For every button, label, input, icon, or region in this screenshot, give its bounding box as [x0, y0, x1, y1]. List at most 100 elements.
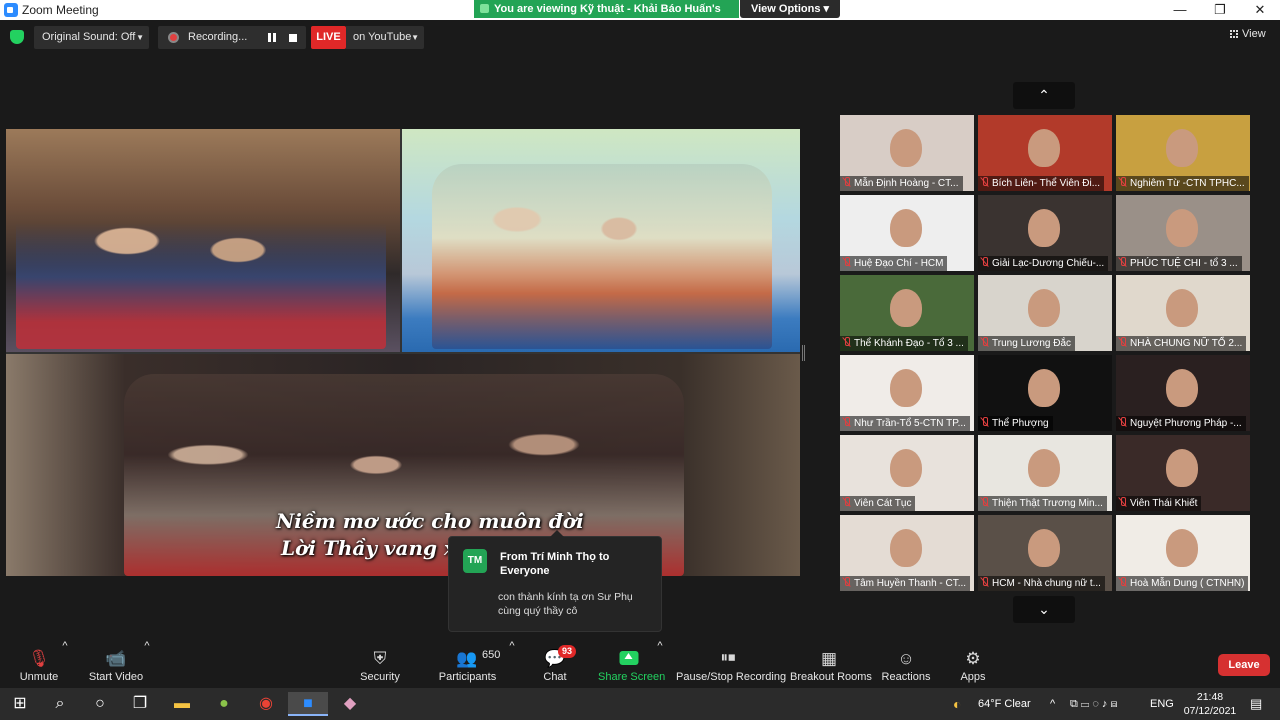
participant-name-label: Hoà Mẫn Dung ( CTNHN)	[1116, 576, 1249, 591]
participant-tile[interactable]: Giải Lạc-Dương Chiếu-...	[978, 195, 1112, 271]
chrome-icon[interactable]: ◉	[246, 692, 286, 716]
gallery-page-up-button[interactable]: ⌃	[1013, 82, 1075, 109]
livestream-target-dropdown[interactable]: on YouTube ▼	[346, 26, 424, 49]
livestream-target-label: on YouTube	[353, 31, 412, 43]
taskbar-clock[interactable]: 21:48 07/12/2021	[1180, 690, 1240, 718]
participant-name: Thiện Thật Trương Min...	[992, 498, 1103, 509]
participants-button[interactable]: 👥 650 Participants	[435, 640, 501, 688]
participant-tile[interactable]: Hoà Mẫn Dung ( CTNHN)	[1116, 515, 1250, 591]
participant-name-label: Thể Khánh Đạo - Tổ 3 ...	[840, 336, 968, 351]
participant-tile[interactable]: NHÀ CHUNG NỮ TỔ 2...	[1116, 275, 1250, 351]
app-icon[interactable]: ◆	[330, 692, 370, 716]
audio-options-caret[interactable]: ^	[61, 640, 69, 688]
apps-icon: ⚙	[965, 649, 981, 668]
participant-face	[1166, 129, 1198, 167]
participant-name: Hoà Mẫn Dung ( CTNHN)	[1130, 578, 1245, 589]
chat-sender: From Trí Minh Thọ to Everyone	[500, 551, 610, 577]
view-layout-button[interactable]: View	[1230, 28, 1266, 40]
clock-date: 07/12/2021	[1183, 705, 1237, 717]
apps-button[interactable]: ⚙ Apps	[953, 640, 993, 688]
participant-name-label: Mẫn Định Hoàng - CT...	[840, 176, 963, 191]
close-window-button[interactable]: ✕	[1240, 1, 1280, 19]
cortana-icon[interactable]: ○	[80, 692, 120, 716]
file-explorer-icon[interactable]: ▬	[162, 692, 202, 716]
pause-stop-recording-label: Pause/Stop Recording	[676, 671, 787, 683]
share-options-caret[interactable]: ^	[656, 640, 664, 688]
windows-start-icon[interactable]: ⊞	[0, 692, 40, 716]
unmute-button[interactable]: 🎙 Unmute	[14, 640, 64, 688]
gallery-page-down-button[interactable]: ⌄	[1013, 596, 1075, 623]
participant-face	[890, 369, 922, 407]
video-panel-top-right	[402, 129, 800, 352]
chat-button[interactable]: 💬 93 Chat	[535, 640, 576, 688]
participant-name: PHÚC TUỆ CHI - tổ 3 ...	[1130, 258, 1238, 269]
participant-tile[interactable]: Mẫn Định Hoàng - CT...	[840, 115, 974, 191]
video-options-caret[interactable]: ^	[143, 640, 151, 688]
participant-tile[interactable]: Trung Lương Đắc	[978, 275, 1112, 351]
video-panel-top-left	[6, 129, 400, 352]
microphone-muted-icon	[843, 497, 850, 507]
chat-label: Chat	[543, 671, 567, 683]
task-view-icon[interactable]: ❐	[120, 692, 160, 716]
pause-recording-icon[interactable]	[268, 33, 276, 42]
participant-name-label: Thiện Thật Trương Min...	[978, 496, 1107, 511]
notifications-icon[interactable]: ▤	[1250, 688, 1262, 720]
tray-chevron-icon[interactable]: ^	[1050, 688, 1055, 720]
microphone-muted-icon	[843, 577, 850, 587]
split-view-handle[interactable]	[802, 345, 805, 361]
participant-tile[interactable]: Bích Liên- Thể Viên Đi...	[978, 115, 1112, 191]
participant-face	[1028, 529, 1060, 567]
microphone-muted-icon: 🎙	[28, 649, 50, 668]
encryption-shield-icon[interactable]	[10, 30, 24, 44]
zoom-logo-icon	[4, 3, 18, 17]
participant-tile[interactable]: Nghiêm Từ -CTN TPHC...	[1116, 115, 1250, 191]
participant-tile[interactable]: Thiện Thật Trương Min...	[978, 435, 1112, 511]
participants-options-caret[interactable]: ^	[508, 640, 516, 688]
security-button[interactable]: ⛨ Security	[355, 640, 405, 688]
participant-name-label: Tâm Huyền Thanh - CT...	[840, 576, 971, 591]
participant-name: Bích Liên- Thể Viên Đi...	[992, 178, 1101, 189]
zoom-taskbar-icon[interactable]: ■	[288, 692, 328, 716]
microphone-muted-icon	[1119, 577, 1126, 587]
stop-recording-icon[interactable]	[289, 34, 297, 42]
participant-tile[interactable]: Như Trần-Tổ 5-CTN TP...	[840, 355, 974, 431]
clock-time: 21:48	[1196, 691, 1224, 703]
original-sound-toggle[interactable]: Original Sound: Off ▼	[34, 26, 149, 49]
app-icon[interactable]: ●	[204, 692, 244, 716]
start-video-button[interactable]: 📹 Start Video	[86, 640, 146, 688]
participant-tile[interactable]: PHÚC TUỆ CHI - tổ 3 ...	[1116, 195, 1250, 271]
participant-tile[interactable]: Viên Cát Tục	[840, 435, 974, 511]
participant-tile[interactable]: Huệ Đạo Chí - HCM	[840, 195, 974, 271]
participant-tile[interactable]: Tâm Huyền Thanh - CT...	[840, 515, 974, 591]
participant-tile[interactable]: Nguyệt Phương Pháp -...	[1116, 355, 1250, 431]
shield-icon	[480, 4, 489, 13]
participant-tile[interactable]: Viên Thái Khiết	[1116, 435, 1250, 511]
chat-unread-badge: 93	[558, 645, 576, 658]
view-options-button[interactable]: View Options ▾	[740, 0, 840, 18]
reactions-button[interactable]: ☺ Reactions	[880, 640, 932, 688]
weather-text[interactable]: 64°F Clear	[978, 688, 1031, 720]
search-icon[interactable]: ⌕	[40, 692, 80, 716]
participant-tile[interactable]: Thể Khánh Đạo - Tổ 3 ...	[840, 275, 974, 351]
language-indicator[interactable]: ENG	[1150, 688, 1174, 720]
breakout-rooms-button[interactable]: ▦ Breakout Rooms	[790, 640, 872, 688]
chat-notification[interactable]: TM From Trí Minh Thọ to Everyone con thà…	[448, 530, 662, 632]
participant-name: Thể Phượng	[992, 418, 1049, 429]
shared-screen-view[interactable]: Niềm mơ ước cho muôn đời Lời Thầy vang x…	[6, 129, 800, 576]
video-off-icon: 📹	[105, 649, 127, 668]
maximize-button[interactable]: ❐	[1200, 1, 1240, 19]
microphone-muted-icon	[981, 337, 988, 347]
share-screen-button[interactable]: Share Screen	[598, 640, 665, 688]
pause-stop-recording-button[interactable]: ⏸⏹ Pause/Stop Recording	[676, 640, 787, 688]
participant-tile[interactable]: Thể Phượng	[978, 355, 1112, 431]
chevron-down-icon[interactable]: ▼	[136, 26, 144, 49]
tray-icons[interactable]: ⧉ ▭ ◌ ♪ ⧈	[1070, 688, 1117, 720]
minimize-button[interactable]: —	[1160, 1, 1200, 19]
participant-tile[interactable]: HCM - Nhà chung nữ t...	[978, 515, 1112, 591]
security-label: Security	[360, 671, 400, 683]
participant-face	[1166, 529, 1198, 567]
leave-button[interactable]: Leave	[1218, 654, 1270, 676]
microphone-muted-icon	[981, 497, 988, 507]
participant-name-label: Trung Lương Đắc	[978, 336, 1076, 351]
participant-name-label: Giải Lạc-Dương Chiếu-...	[978, 256, 1109, 271]
